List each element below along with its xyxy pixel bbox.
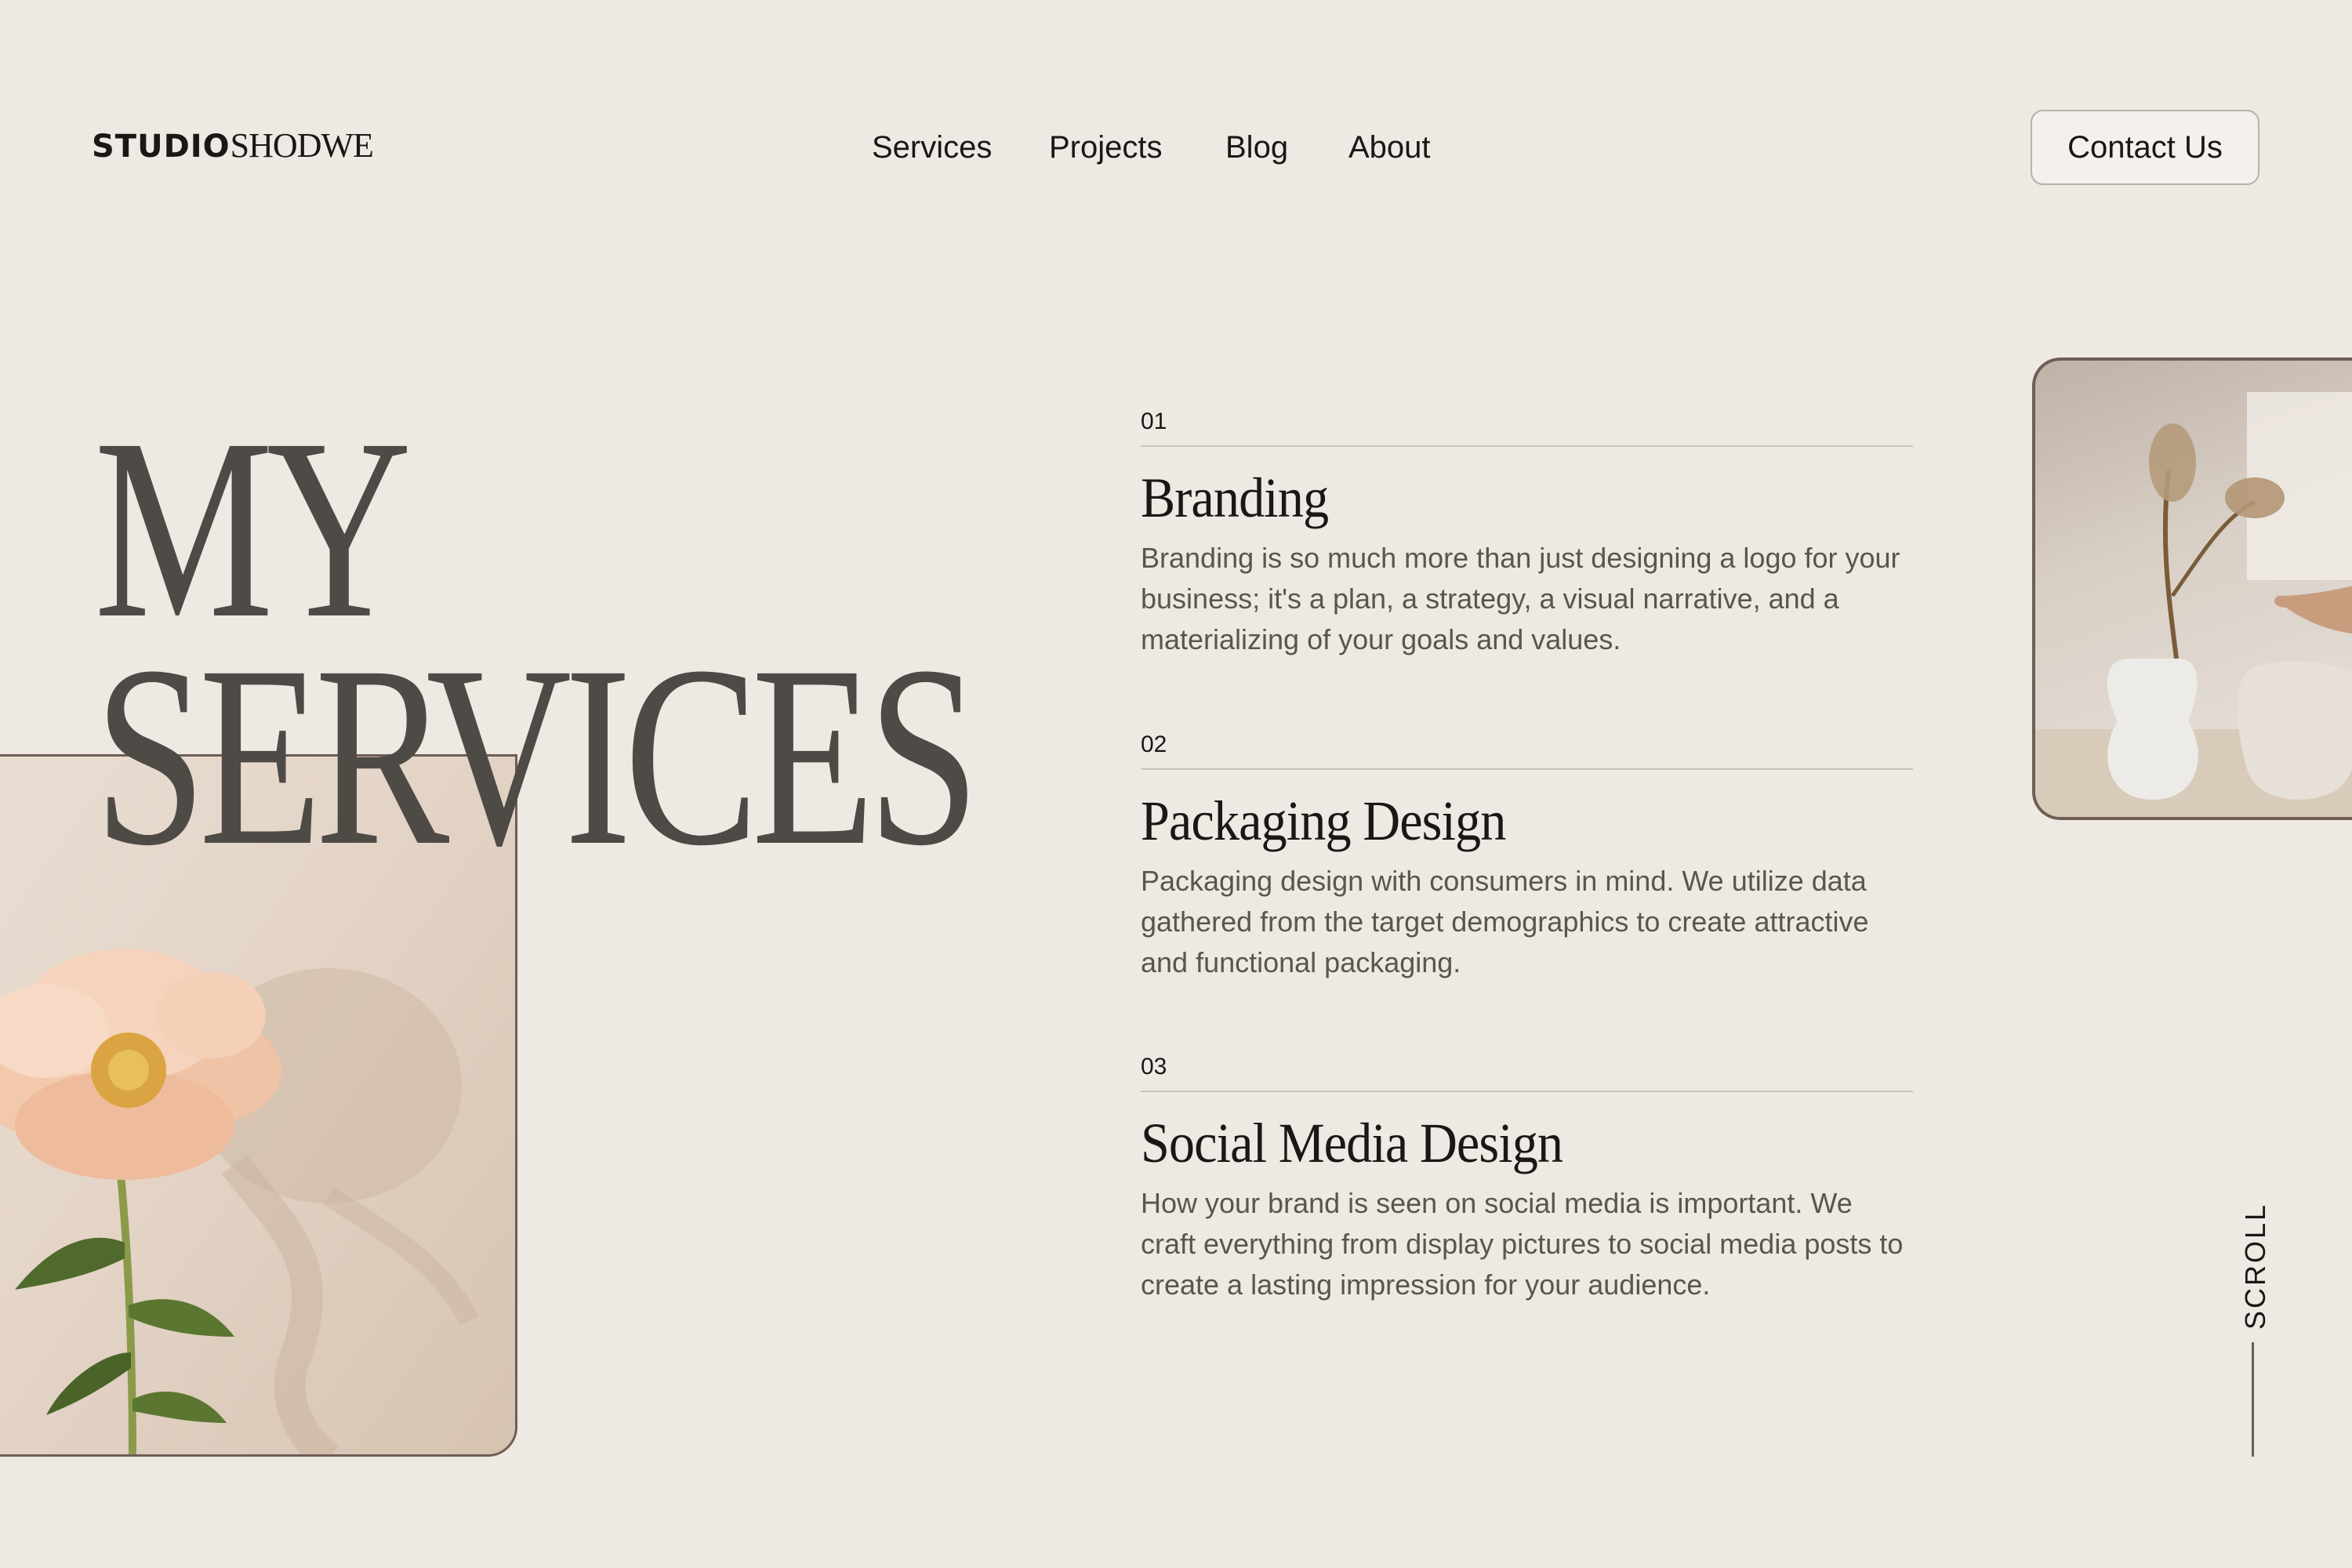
service-item-branding: 01 Branding Branding is so much more tha… (1141, 408, 1913, 660)
nav-item-about[interactable]: About (1348, 125, 1431, 169)
vase-dried-flowers-photo (2032, 358, 2352, 820)
divider (1141, 445, 1913, 447)
hero-title-line-2: SERVICES (94, 613, 980, 899)
scroll-indicator[interactable]: SCROLL (2230, 1203, 2281, 1330)
service-number: 02 (1141, 731, 1167, 757)
service-title: Social Media Design (1141, 1112, 1563, 1174)
divider (1141, 1091, 1913, 1092)
scroll-label: SCROLL (2239, 1202, 2271, 1330)
brand-logo-bold: STUDIO (92, 129, 230, 165)
service-title: Branding (1141, 466, 1329, 529)
brand-logo[interactable]: STUDIOSHODWE (92, 126, 374, 165)
nav-item-projects[interactable]: Projects (1049, 125, 1163, 169)
divider (1141, 768, 1913, 770)
service-item-social-media: 03 Social Media Design How your brand is… (1141, 1053, 1913, 1305)
nav-item-blog[interactable]: Blog (1225, 125, 1288, 169)
scroll-line (2252, 1342, 2254, 1457)
service-number: 01 (1141, 408, 1167, 434)
service-number: 03 (1141, 1054, 1167, 1080)
hero-title-line-1: MY (94, 386, 412, 672)
service-title: Packaging Design (1141, 789, 1506, 852)
nav-item-services[interactable]: Services (872, 125, 992, 169)
brand-logo-thin: SHODWE (230, 126, 374, 165)
contact-us-button[interactable]: Contact Us (2031, 110, 2259, 185)
service-item-packaging: 02 Packaging Design Packaging design wit… (1141, 731, 1913, 983)
service-description: Packaging design with consumers in mind.… (1141, 865, 1869, 978)
service-description: Branding is so much more than just desig… (1141, 542, 1900, 655)
hero-title: MY SERVICES (94, 386, 980, 899)
service-description: How your brand is seen on social media i… (1141, 1187, 1904, 1301)
